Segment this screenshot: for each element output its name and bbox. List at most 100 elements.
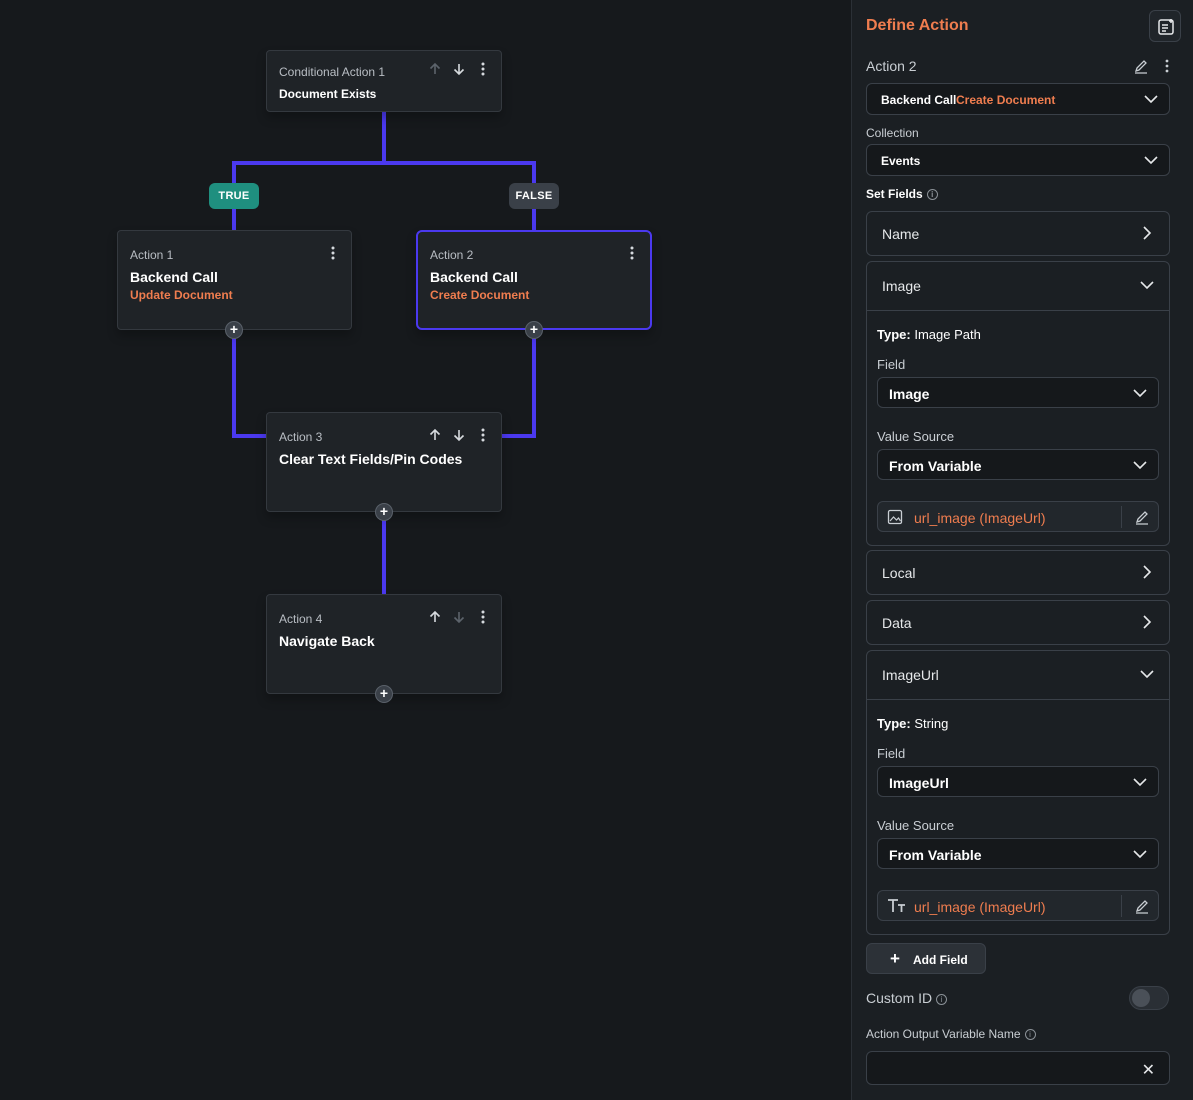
arrow-down-icon[interactable] xyxy=(451,61,467,77)
edit-icon[interactable] xyxy=(1134,509,1150,530)
info-icon: i xyxy=(936,993,948,1005)
action-type-primary: Backend Call xyxy=(881,93,957,107)
add-field-button[interactable]: + Add Field xyxy=(866,943,986,974)
add-action-button[interactable]: + xyxy=(525,321,543,339)
chip-divider xyxy=(1121,506,1122,528)
false-branch-badge: FALSE xyxy=(509,183,559,209)
clear-icon[interactable]: ✕ xyxy=(1142,1060,1155,1080)
action-flow-canvas[interactable]: Conditional Action 1 Document Exists TRU… xyxy=(0,0,851,1100)
toggle-knob xyxy=(1132,989,1150,1007)
arrow-down-icon[interactable] xyxy=(451,609,467,625)
field-type: Type: Image Path xyxy=(877,327,981,342)
chevron-right-icon xyxy=(1139,564,1155,585)
chip-divider xyxy=(1121,895,1122,917)
plus-icon: + xyxy=(890,949,900,968)
add-field-label: Add Field xyxy=(913,953,968,967)
field-label: Field xyxy=(877,746,906,761)
field-name: Data xyxy=(882,615,912,631)
field-label: Field xyxy=(877,357,906,372)
field-row-name[interactable]: Name xyxy=(866,211,1170,256)
field-dropdown[interactable]: ImageUrl xyxy=(877,766,1159,797)
chevron-down-icon xyxy=(1132,457,1148,478)
add-action-button[interactable]: + xyxy=(375,503,393,521)
field-name: Local xyxy=(882,565,916,581)
arrow-up-icon[interactable] xyxy=(427,61,443,77)
arrow-down-icon[interactable] xyxy=(451,427,467,443)
chevron-down-icon xyxy=(1132,385,1148,406)
chevron-right-icon xyxy=(1139,614,1155,635)
action-node-1[interactable]: Action 1 Backend Call Update Document xyxy=(117,230,352,330)
custom-id-label: Custom ID i xyxy=(866,990,948,1006)
value-source-dropdown[interactable]: From Variable xyxy=(877,449,1159,480)
value-source-label: Value Source xyxy=(877,429,955,444)
field-name: ImageUrl xyxy=(882,667,939,683)
output-variable-input[interactable]: ✕ xyxy=(866,1051,1170,1085)
variable-name: url_image (ImageUrl) xyxy=(914,899,1046,915)
chevron-down-icon xyxy=(1139,666,1155,687)
node-label: Action 1 xyxy=(130,248,174,262)
action-node-4[interactable]: Action 4 Navigate Back xyxy=(266,594,502,694)
more-vertical-icon[interactable] xyxy=(1159,58,1175,74)
collection-label: Collection xyxy=(866,126,919,140)
image-icon xyxy=(887,509,903,530)
output-variable-label: Action Output Variable Name i xyxy=(866,1027,1036,1041)
field-dropdown[interactable]: Image xyxy=(877,377,1159,408)
panel-title: Define Action xyxy=(866,17,969,34)
collection-dropdown[interactable]: Events xyxy=(866,144,1170,176)
text-type-icon xyxy=(887,898,907,919)
arrow-up-icon[interactable] xyxy=(427,427,443,443)
node-title: Navigate Back xyxy=(279,633,375,649)
more-vertical-icon[interactable] xyxy=(475,609,491,625)
value-source-value: From Variable xyxy=(889,458,982,474)
node-label: Action 4 xyxy=(279,612,323,626)
chevron-down-icon xyxy=(1139,277,1155,298)
action-node-3[interactable]: Action 3 Clear Text Fields/Pin Codes xyxy=(266,412,502,512)
field-row-imageurl[interactable]: ImageUrl xyxy=(866,650,1170,700)
info-icon: i xyxy=(926,189,938,201)
node-title: Backend Call xyxy=(430,269,518,285)
field-row-data[interactable]: Data xyxy=(866,600,1170,645)
more-vertical-icon[interactable] xyxy=(475,61,491,77)
edit-icon[interactable] xyxy=(1134,898,1150,919)
action-name: Action 2 xyxy=(866,58,917,74)
add-action-button[interactable]: + xyxy=(375,685,393,703)
node-title: Backend Call xyxy=(130,269,218,285)
field-type: Type: String xyxy=(877,716,949,731)
custom-id-toggle[interactable] xyxy=(1129,986,1169,1010)
node-label: Action 3 xyxy=(279,430,323,444)
node-title: Document Exists xyxy=(279,87,377,101)
field-value: ImageUrl xyxy=(889,775,949,791)
set-fields-label: Set Fields i xyxy=(866,187,938,201)
node-title: Clear Text Fields/Pin Codes xyxy=(279,451,463,467)
chevron-right-icon xyxy=(1139,225,1155,246)
variable-chip[interactable]: url_image (ImageUrl) xyxy=(877,501,1159,532)
more-vertical-icon[interactable] xyxy=(475,427,491,443)
field-row-local[interactable]: Local xyxy=(866,550,1170,595)
more-vertical-icon[interactable] xyxy=(325,245,341,261)
field-name: Name xyxy=(882,226,920,242)
more-vertical-icon[interactable] xyxy=(624,245,640,261)
variable-chip[interactable]: url_image (ImageUrl) xyxy=(877,890,1159,921)
arrow-up-icon[interactable] xyxy=(427,609,443,625)
value-source-label: Value Source xyxy=(877,818,955,833)
edit-icon[interactable] xyxy=(1133,58,1149,74)
field-section-imageurl: Type: String Field ImageUrl Value Source… xyxy=(866,700,1170,935)
value-source-dropdown[interactable]: From Variable xyxy=(877,838,1159,869)
add-action-button[interactable]: + xyxy=(225,321,243,339)
collection-value: Events xyxy=(881,154,921,168)
chevron-down-icon xyxy=(1132,774,1148,795)
node-subtitle: Create Document xyxy=(430,288,530,302)
conditional-action-node[interactable]: Conditional Action 1 Document Exists xyxy=(266,50,502,112)
value-source-value: From Variable xyxy=(889,847,982,863)
field-section-image: Type: Image Path Field Image Value Sourc… xyxy=(866,311,1170,546)
action-type-dropdown[interactable]: Backend Call Create Document xyxy=(866,83,1170,115)
info-icon: i xyxy=(1024,1029,1036,1041)
add-note-icon xyxy=(1158,19,1174,35)
flow-connectors xyxy=(232,112,536,598)
notes-button[interactable] xyxy=(1149,10,1181,42)
node-subtitle: Update Document xyxy=(130,288,233,302)
true-branch-badge: TRUE xyxy=(209,183,259,209)
field-row-image[interactable]: Image xyxy=(866,261,1170,311)
action-node-2[interactable]: Action 2 Backend Call Create Document xyxy=(416,230,652,330)
action-type-secondary: Create Document xyxy=(956,93,1056,107)
